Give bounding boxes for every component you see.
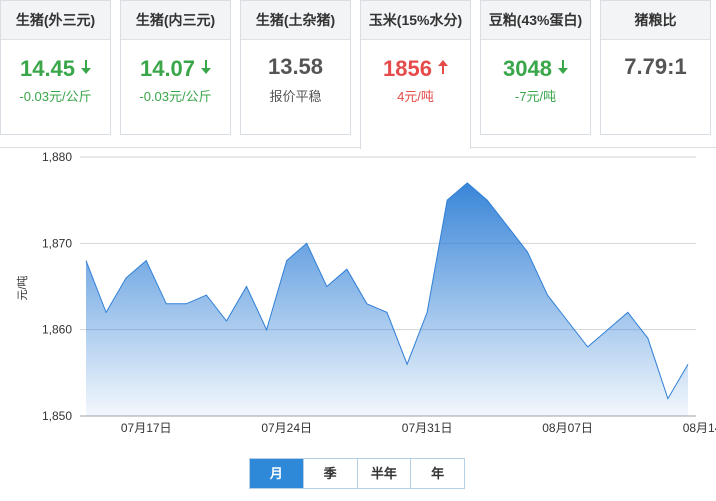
tab-soymeal[interactable]: 豆粕(43%蛋白) 3048 -7元/吨: [480, 0, 591, 135]
tab-pig-local[interactable]: 生猪(土杂猪) 13.58 报价平稳: [240, 0, 351, 135]
price-value: 1856: [383, 56, 432, 81]
y-tick-label: 1,850: [42, 409, 72, 423]
arrow-down-icon: [81, 52, 92, 82]
tab-change: 4元/吨: [397, 89, 434, 104]
tab-change: 报价平稳: [269, 89, 322, 104]
price-value: 14.07: [139, 56, 196, 81]
y-tick-label: 1,860: [42, 323, 72, 337]
y-tick-label: 1,880: [42, 150, 72, 164]
price-value: 3048: [503, 56, 552, 81]
x-tick-label: 07月31日: [402, 421, 453, 435]
tab-corn[interactable]: 玉米(15%水分) 1856 4元/吨: [360, 0, 471, 149]
price-tabs: 生猪(外三元) 14.45 -0.03元/公斤 生猪(内三元) 14.07 -0…: [0, 0, 716, 149]
tab-price: 7.79:1: [601, 52, 710, 82]
tab-change: -7元/吨: [514, 89, 557, 104]
price-value: 7.79:1: [624, 54, 687, 79]
area-fill: [86, 182, 688, 416]
arrow-up-icon: [437, 52, 448, 82]
price-value: 13.58: [267, 54, 324, 79]
x-tick-label: 07月24日: [261, 421, 312, 435]
tab-pig-inner[interactable]: 生猪(内三元) 14.07 -0.03元/公斤: [120, 0, 231, 135]
x-tick-label: 08月14日: [683, 421, 716, 435]
tab-price: 14.07: [121, 52, 230, 82]
tab-price: 14.45: [1, 52, 110, 82]
y-axis-label: 元/吨: [16, 275, 29, 300]
period-selector: 月 季 半年 年: [249, 458, 465, 489]
tab-change: -0.03元/公斤: [19, 89, 92, 104]
period-year-button[interactable]: 年: [410, 459, 464, 488]
period-quarter-button[interactable]: 季: [302, 459, 357, 488]
tab-price: 1856: [361, 52, 470, 82]
tab-change: -0.03元/公斤: [139, 89, 212, 104]
arrow-down-icon: [201, 52, 212, 82]
tab-title: 生猪(内三元): [121, 1, 230, 40]
tab-pig-grain-ratio[interactable]: 猪粮比 7.79:1: [600, 0, 711, 135]
tab-pig-outer[interactable]: 生猪(外三元) 14.45 -0.03元/公斤: [0, 0, 111, 135]
period-halfyear-button[interactable]: 半年: [356, 459, 411, 488]
tab-title: 豆粕(43%蛋白): [481, 1, 590, 40]
tab-price: 3048: [481, 52, 590, 82]
tab-title: 猪粮比: [601, 1, 710, 40]
tab-title: 生猪(外三元): [1, 1, 110, 40]
price-value: 14.45: [19, 56, 76, 81]
price-chart: 1,850 1,860 1,870 1,880 07月17日 07月24日 07月31日 08…: [16, 150, 716, 435]
arrow-down-icon: [557, 52, 568, 82]
tab-title: 玉米(15%水分): [361, 1, 470, 40]
tab-price: 13.58: [241, 52, 350, 82]
x-tick-label: 08月07日: [542, 421, 593, 435]
y-tick-label: 1,870: [42, 236, 72, 250]
x-tick-label: 07月17日: [121, 421, 172, 435]
tab-title: 生猪(土杂猪): [241, 1, 350, 40]
period-month-button[interactable]: 月: [250, 459, 303, 488]
